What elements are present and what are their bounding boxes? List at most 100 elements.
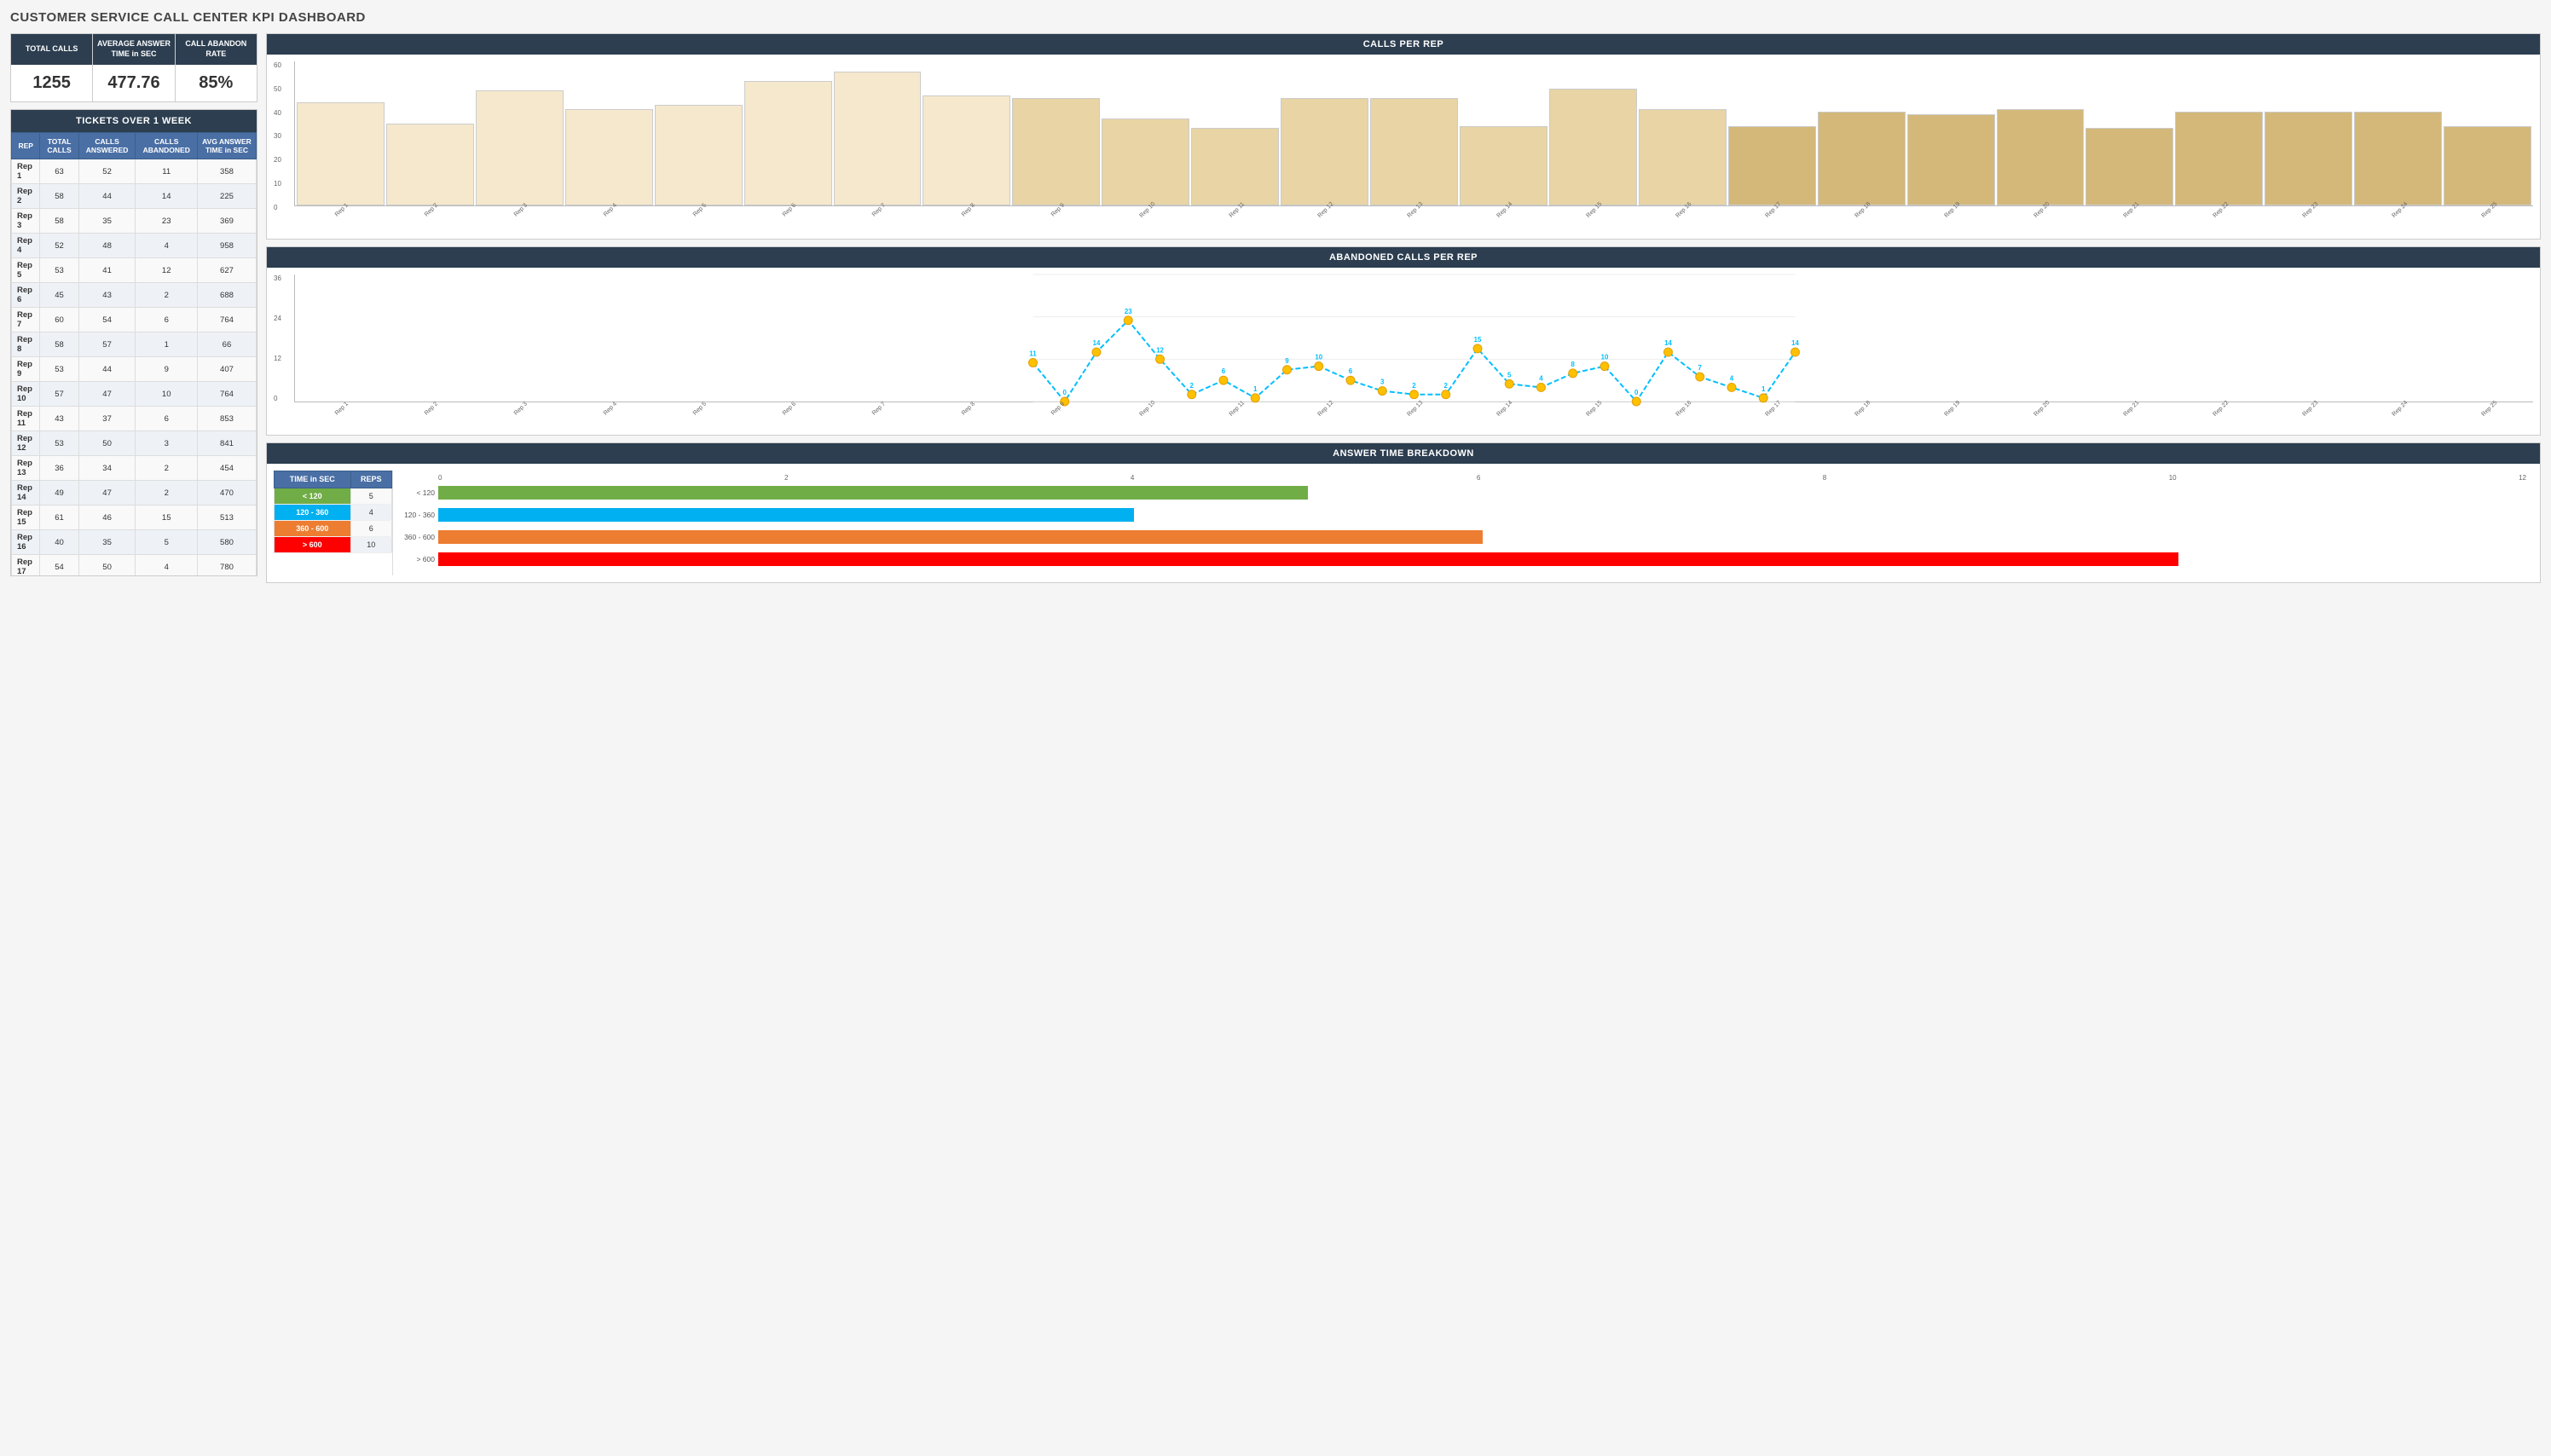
breakdown-table-section: TIME in SECREPS< 1205120 - 3604360 - 600… [274,471,393,575]
line-y-label: 36 [274,274,294,282]
cell-4-1: 53 [40,258,78,283]
table-row: Rep 953449407 [12,357,257,382]
cell-12-0: Rep 13 [12,456,40,481]
bar-rect [655,105,743,205]
kpi-cards: TOTAL CALLS 1255 AVERAGE ANSWER TIME in … [10,33,257,102]
kpi-card-header-2: CALL ABANDON RATE [176,34,257,65]
breakdown-bar-row: > 600 [400,550,2526,569]
line-x-labels: Rep 1Rep 2Rep 3Rep 4Rep 5Rep 6Rep 7Rep 8… [294,405,2533,413]
bar-rect [1460,126,1547,206]
table-row: Rep 10574710764 [12,382,257,407]
cell-9-3: 10 [136,382,197,407]
svg-text:7: 7 [1698,364,1703,372]
cell-4-0: Rep 5 [12,258,40,283]
bar-rect [1370,98,1458,206]
cell-1-4: 225 [197,184,256,209]
bar-rect [2444,126,2531,206]
bar-rect [923,95,1010,205]
cell-3-1: 52 [40,234,78,258]
kpi-card-value-1: 477.76 [93,65,174,101]
bar-rect [2085,128,2173,205]
calls-per-rep-title: CALLS PER REP [267,34,2540,55]
kpi-card-value-2: 85% [176,65,257,101]
cell-14-2: 46 [78,506,136,530]
cell-7-3: 1 [136,332,197,357]
breakdown-x-label: 12 [2519,474,2526,482]
cell-1-1: 58 [40,184,78,209]
cell-15-0: Rep 16 [12,530,40,555]
svg-text:12: 12 [1156,346,1164,354]
breakdown-bar-label: 120 - 360 [400,511,438,519]
cell-4-3: 12 [136,258,197,283]
bar-y-label: 30 [274,132,294,140]
breakdown-time-label: < 120 [275,488,351,504]
cell-5-0: Rep 6 [12,283,40,308]
cell-14-3: 15 [136,506,197,530]
breakdown-reps-value: 10 [350,536,391,552]
cell-0-3: 11 [136,159,197,184]
cell-12-3: 2 [136,456,197,481]
col-header-2: CALLS ANSWERED [78,133,136,159]
bar-rect [744,81,832,205]
cell-3-3: 4 [136,234,197,258]
bar-rect [297,102,385,205]
cell-12-2: 34 [78,456,136,481]
bar-rect [1191,128,1279,205]
bar-y-label: 40 [274,109,294,117]
cell-8-2: 44 [78,357,136,382]
svg-text:10: 10 [1601,354,1609,361]
cell-1-2: 44 [78,184,136,209]
table-row: Rep 1449472470 [12,481,257,506]
svg-text:1: 1 [1761,385,1766,393]
cell-16-0: Rep 17 [12,555,40,575]
table-row: Rep 85857166 [12,332,257,357]
cell-2-4: 369 [197,209,256,234]
cell-15-1: 40 [40,530,78,555]
bars-container [294,61,2533,206]
breakdown-time-label: 120 - 360 [275,504,351,520]
table-row: Rep 1635211358 [12,159,257,184]
bar-rect [476,90,564,205]
col-header-0: REP [12,133,40,159]
line-y-label: 24 [274,315,294,322]
cell-8-0: Rep 9 [12,357,40,382]
bar-x-labels: Rep 1Rep 2Rep 3Rep 4Rep 5Rep 6Rep 7Rep 8… [294,206,2533,214]
cell-0-1: 63 [40,159,78,184]
breakdown-x-label: 2 [784,474,788,482]
cell-10-3: 6 [136,407,197,431]
table-row: Rep 645432688 [12,283,257,308]
breakdown-reps-value: 4 [350,504,391,520]
svg-text:23: 23 [1125,308,1132,315]
kpi-card-header-1: AVERAGE ANSWER TIME in SEC [93,34,174,65]
svg-text:0: 0 [1634,389,1639,396]
svg-text:5: 5 [1507,371,1512,378]
breakdown-bar-row: 360 - 600 [400,528,2526,546]
svg-text:3: 3 [1380,378,1385,386]
cell-0-4: 358 [197,159,256,184]
bar-rect [2265,112,2352,205]
cell-2-0: Rep 3 [12,209,40,234]
svg-text:6: 6 [1349,367,1353,375]
cell-16-4: 780 [197,555,256,575]
breakdown-time-label: > 600 [275,536,351,552]
kpi-card-0: TOTAL CALLS 1255 [11,34,93,101]
cell-9-0: Rep 10 [12,382,40,407]
cell-6-4: 764 [197,308,256,332]
table-row: Rep 760546764 [12,308,257,332]
cell-13-0: Rep 14 [12,481,40,506]
breakdown-bar-outer [438,530,2526,544]
breakdown-x-label: 10 [2169,474,2177,482]
bar-rect [1818,112,1906,205]
breakdown-x-label: 0 [438,474,442,482]
breakdown-row: 120 - 3604 [275,504,392,520]
breakdown-bar-label: 360 - 600 [400,533,438,541]
svg-text:2: 2 [1412,382,1416,390]
cell-3-4: 958 [197,234,256,258]
cell-15-4: 580 [197,530,256,555]
table-row: Rep 1336342454 [12,456,257,481]
cell-9-1: 57 [40,382,78,407]
tickets-table-title: TICKETS OVER 1 WEEK [11,110,257,132]
table-row: Rep 15614615513 [12,506,257,530]
main-layout: TOTAL CALLS 1255 AVERAGE ANSWER TIME in … [10,33,2541,583]
cell-2-1: 58 [40,209,78,234]
